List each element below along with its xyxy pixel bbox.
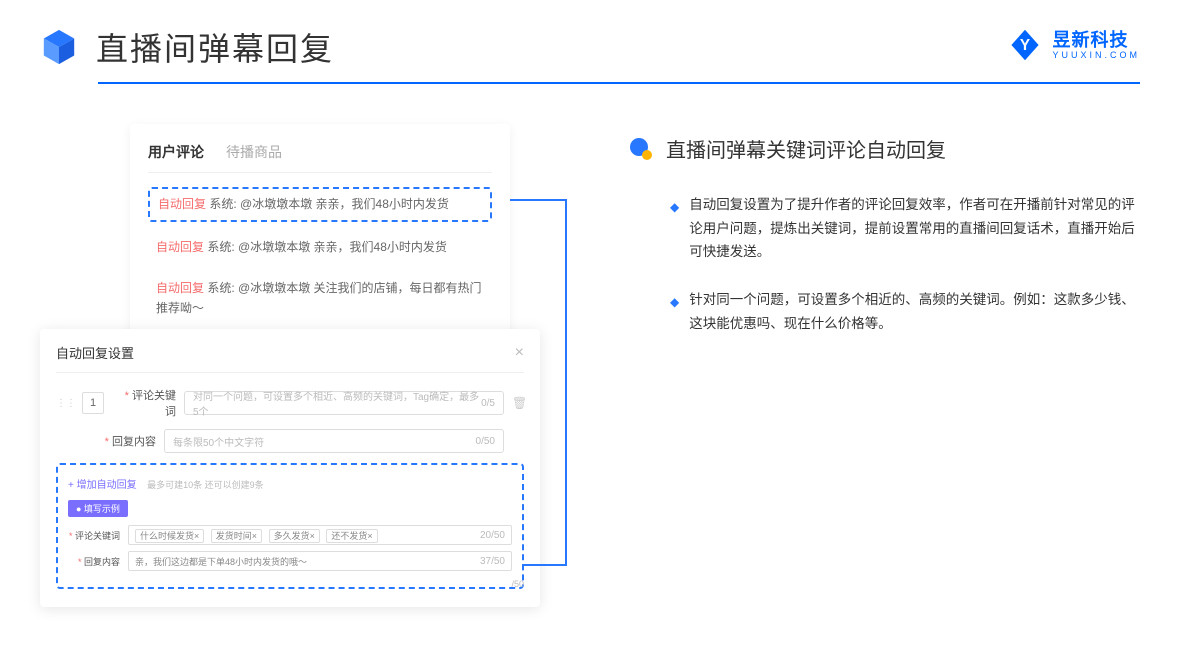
stray-counter: /50 [511, 579, 524, 589]
content-input[interactable]: 每条限50个中文字符 0/50 [164, 429, 504, 453]
example-badge: ● 填写示例 [68, 500, 128, 517]
connector-line [522, 564, 567, 566]
comment-item: 自动回复 系统: @冰墩墩本墩 亲亲，我们48小时内发货 [148, 232, 492, 263]
keyword-input[interactable]: 对同一个问题，可设置多个相近、高频的关键词，Tag确定，最多5个 0/5 [184, 391, 504, 415]
connector-line [565, 199, 567, 564]
comments-card: 用户评论 待播商品 自动回复 系统: @冰墩墩本墩 亲亲，我们48小时内发货 自… [130, 124, 510, 356]
add-hint: 最多可建10条 还可以创建9条 [147, 480, 264, 490]
trash-icon[interactable]: 🗑 [512, 396, 524, 410]
connector-line [510, 199, 565, 201]
paragraph: ◆ 自动回复设置为了提升作者的评论回复效率，作者可在开播前针对常见的评论用户问题… [630, 193, 1140, 264]
diamond-icon: ◆ [670, 197, 679, 264]
brand-url: YUUXIN.COM [1052, 51, 1140, 60]
example-section: + 增加自动回复 最多可建10条 还可以创建9条 ● 填写示例 评论关键词 什么… [56, 463, 524, 589]
ex-content-input[interactable]: 亲，我们这边都是下单48小时内发货的哦～ 37/50 [128, 551, 512, 571]
order-number: 1 [82, 392, 104, 414]
diamond-icon: ◆ [670, 292, 679, 335]
ex-label-keyword: 评论关键词 [68, 529, 120, 542]
tab-user-comments[interactable]: 用户评论 [148, 142, 204, 162]
brand-icon: Y [1008, 28, 1042, 62]
brand-block: Y 昱新科技 YUUXIN.COM [1008, 28, 1140, 62]
tab-pending-goods[interactable]: 待播商品 [226, 142, 282, 162]
section-title: 直播间弹幕关键词评论自动回复 [666, 134, 946, 163]
ex-label-content: 回复内容 [68, 555, 120, 568]
label-keyword: 评论关键词 [114, 387, 176, 419]
comment-item-highlight: 自动回复 系统: @冰墩墩本墩 亲亲，我们48小时内发货 [148, 187, 492, 222]
svg-text:Y: Y [1020, 37, 1030, 54]
cube-logo-icon [40, 28, 78, 66]
auto-reply-dialog: 自动回复设置 × ⋮⋮ 1 评论关键词 对同一个问题，可设置多个相近、高频的关键… [40, 329, 540, 607]
paragraph: ◆ 针对同一个问题，可设置多个相近的、高频的关键词。例如：这款多少钱、这块能优惠… [630, 288, 1140, 335]
brand-name: 昱新科技 [1052, 31, 1140, 49]
comment-item: 自动回复 系统: @冰墩墩本墩 关注我们的店铺，每日都有热门推荐呦～ [148, 273, 492, 323]
bullet-icon [630, 138, 652, 160]
label-content: 回复内容 [94, 433, 156, 449]
add-auto-reply-link[interactable]: + 增加自动回复 [68, 476, 137, 491]
ex-keyword-input[interactable]: 什么时候发货× 发货时间× 多久发货× 还不发货× 20/50 [128, 525, 512, 545]
dialog-title-text: 自动回复设置 [56, 343, 134, 362]
drag-handle-icon[interactable]: ⋮⋮ [56, 398, 76, 409]
close-icon[interactable]: × [515, 344, 524, 362]
page-title: 直播间弹幕回复 [96, 24, 334, 70]
